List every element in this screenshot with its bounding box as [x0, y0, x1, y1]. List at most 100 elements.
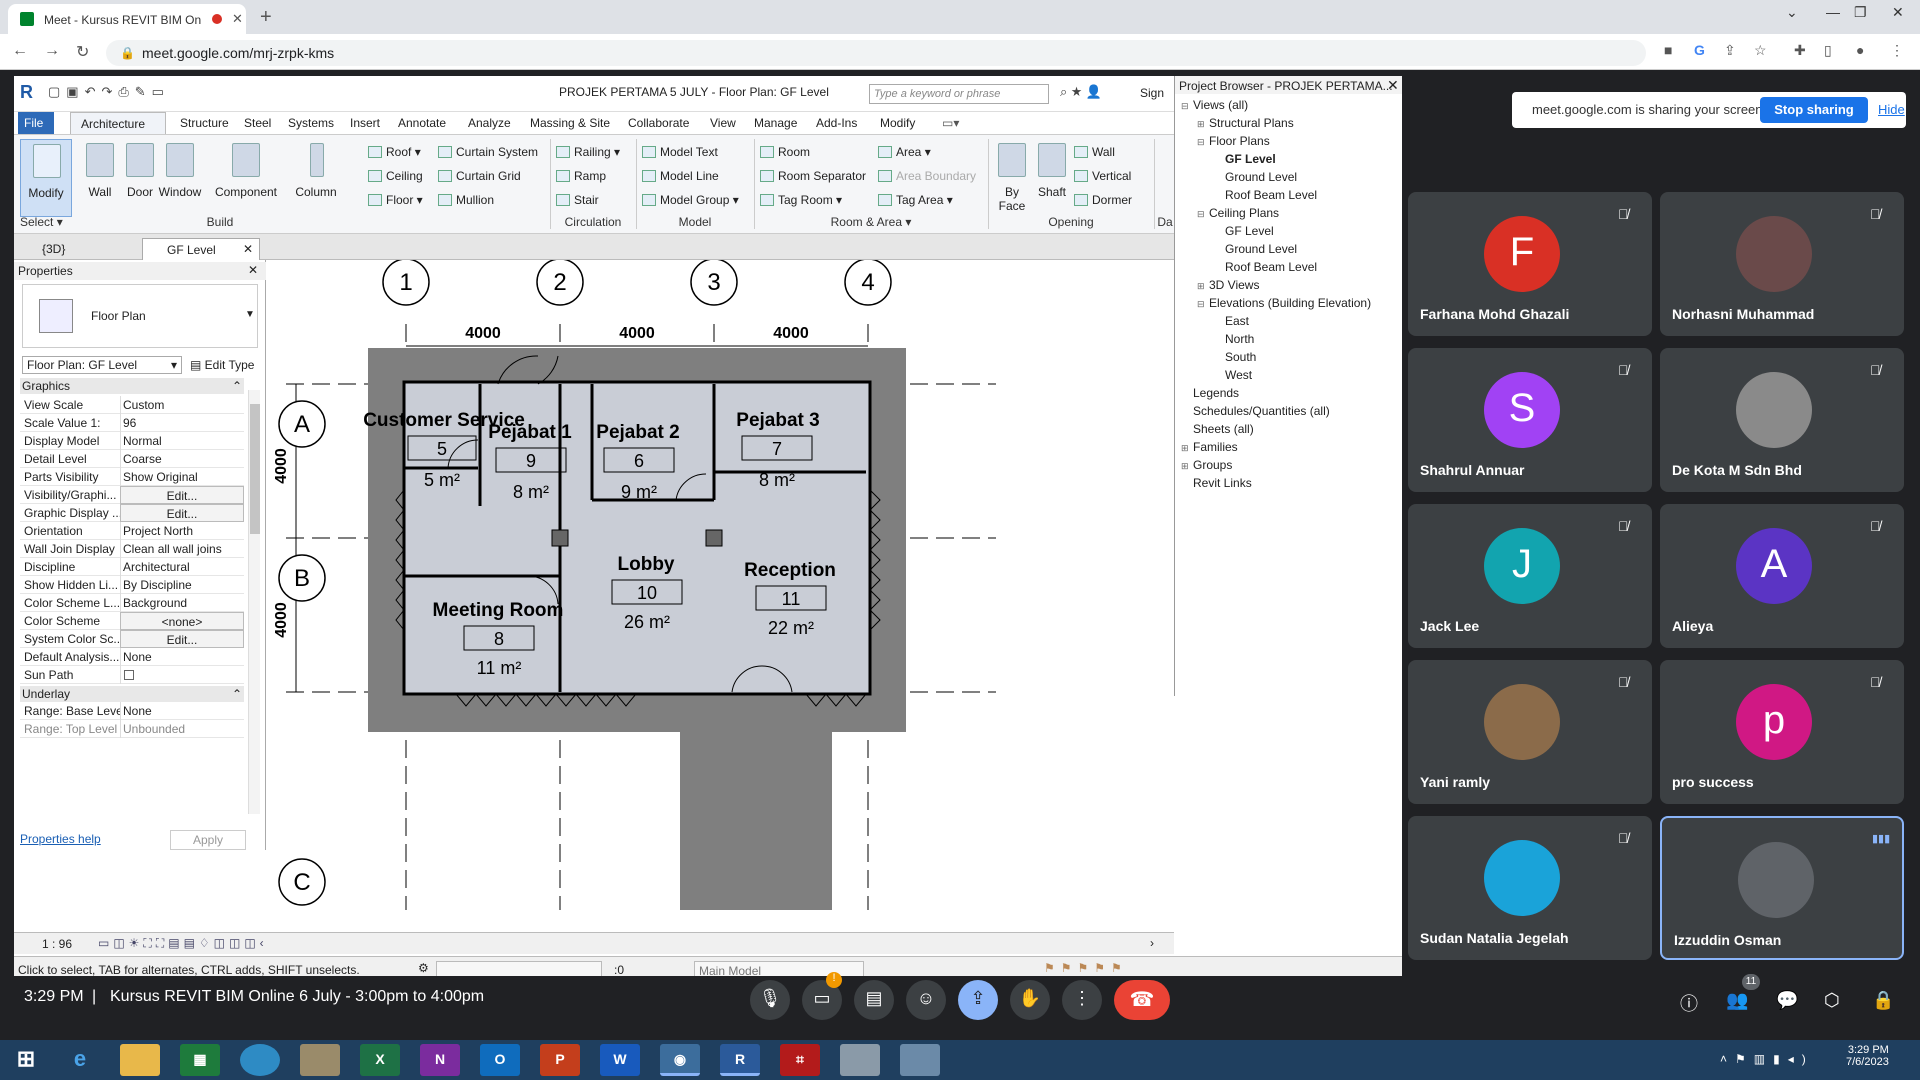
property-value[interactable]: Custom — [120, 396, 244, 414]
chrome-alt-icon[interactable] — [240, 1044, 280, 1076]
reload-icon[interactable]: ↻ — [76, 42, 89, 62]
present-button[interactable]: ⇪ — [958, 980, 998, 1020]
pdf-reader-icon[interactable]: ⌗ — [780, 1044, 820, 1076]
tab-systems[interactable]: Systems — [288, 116, 334, 130]
view-control-icons[interactable]: ▭◫☀⛶⛶▤▤♢◫◫◫‹ — [98, 936, 268, 951]
more-menu-icon[interactable]: ⋮ — [1890, 42, 1904, 59]
floor-plan-canvas[interactable]: 1 2 3 4 4000 4000 4000 4000 4000 Custome… — [266, 260, 1174, 910]
close-tab-icon[interactable]: ✕ — [232, 11, 243, 27]
close-window-button[interactable]: ✕ — [1892, 4, 1904, 21]
curtain-grid-button[interactable]: Curtain Grid — [438, 169, 521, 183]
property-row[interactable]: Range: Top Level Unbounded — [20, 720, 244, 738]
property-row[interactable]: Orientation Project North — [20, 522, 244, 540]
collapse-icon[interactable]: ⊟ — [1197, 209, 1209, 220]
quick-access-icons[interactable]: ▢▣↶↷⎙✎▭ — [48, 84, 170, 100]
browser-item[interactable]: ⊞ 3D Views — [1181, 278, 1397, 296]
property-value[interactable]: Architectural — [120, 558, 244, 576]
scroll-right-icon[interactable]: › — [1150, 936, 1154, 950]
browser-item[interactable]: Roof Beam Level — [1181, 188, 1397, 206]
extensions-icon[interactable]: ✚ — [1794, 42, 1806, 59]
tab-structure[interactable]: Structure — [180, 116, 229, 130]
property-value[interactable]: None — [120, 702, 244, 720]
participant-tile[interactable]: Norhasni Muhammad 🎙̸ — [1660, 192, 1904, 336]
browser-item[interactable]: Ground Level — [1181, 170, 1397, 188]
host-controls-icon[interactable]: 🔒 — [1872, 990, 1894, 1011]
hide-banner-link[interactable]: Hide — [1878, 102, 1905, 117]
property-row[interactable]: Color Scheme <none> — [20, 612, 244, 630]
close-properties-icon[interactable]: ✕ — [248, 263, 258, 277]
browser-item[interactable]: South — [1181, 350, 1397, 368]
browser-item[interactable]: West — [1181, 368, 1397, 386]
section-underlay[interactable]: Underlay ⌃ — [20, 686, 244, 702]
collapse-icon[interactable]: ⊟ — [1197, 137, 1209, 148]
property-edit-button[interactable]: Edit... — [120, 486, 244, 504]
floor-button[interactable]: Floor ▾ — [368, 193, 423, 207]
participant-tile[interactable]: Izzuddin Osman ▮▮▮ — [1660, 816, 1904, 960]
reactions-button[interactable]: ☺ — [906, 980, 946, 1020]
outlook-icon[interactable]: O — [480, 1044, 520, 1076]
mic-button[interactable]: 🎙 — [750, 980, 790, 1020]
expand-icon[interactable]: ⊞ — [1181, 461, 1193, 472]
property-row[interactable]: Sun Path — [20, 666, 244, 684]
properties-scrollbar[interactable] — [248, 390, 260, 814]
meeting-details-icon[interactable]: ⓘ — [1680, 990, 1698, 1016]
tab-view[interactable]: View — [710, 116, 736, 130]
property-row[interactable]: Display Model Normal — [20, 432, 244, 450]
revit-logo-icon[interactable]: R — [20, 82, 33, 103]
browser-item[interactable]: GF Level — [1181, 224, 1397, 242]
apply-button[interactable]: Apply — [170, 830, 246, 850]
chrome-icon[interactable]: ◉ — [660, 1044, 700, 1076]
mullion-button[interactable]: Mullion — [438, 193, 494, 207]
app-icon[interactable] — [840, 1044, 880, 1076]
expand-icon[interactable]: ⊞ — [1197, 281, 1209, 292]
model-line-button[interactable]: Model Line — [642, 169, 719, 183]
column-button[interactable]: Column — [290, 139, 342, 217]
tab-massing-site[interactable]: Massing & Site — [530, 116, 610, 130]
activities-icon[interactable]: ⬡ — [1824, 990, 1840, 1011]
onenote-icon[interactable]: N — [420, 1044, 460, 1076]
ribbon-options-icon[interactable]: ▭▾ — [942, 116, 959, 130]
word-icon[interactable]: W — [600, 1044, 640, 1076]
roof-button[interactable]: Roof ▾ — [368, 145, 421, 159]
ramp-button[interactable]: Ramp — [556, 169, 606, 183]
new-tab-button[interactable]: + — [260, 6, 272, 29]
minimize-button[interactable]: — — [1826, 4, 1840, 20]
property-row[interactable]: Show Hidden Li... By Discipline — [20, 576, 244, 594]
excel-icon[interactable]: X — [360, 1044, 400, 1076]
property-row[interactable]: System Color Sc... Edit... — [20, 630, 244, 648]
property-value[interactable]: Show Original — [120, 468, 244, 486]
property-row[interactable]: Parts Visibility Show Original — [20, 468, 244, 486]
type-selector[interactable]: Floor Plan ▼ — [22, 284, 258, 348]
tab-analyze[interactable]: Analyze — [468, 116, 511, 130]
property-value[interactable]: Background — [120, 594, 244, 612]
browser-item[interactable]: North — [1181, 332, 1397, 350]
view-scale[interactable]: 1 : 96 — [42, 937, 72, 951]
tab-gf-level[interactable]: GF Level ✕ — [142, 238, 260, 260]
room-button[interactable]: Room — [760, 145, 810, 159]
browser-item[interactable]: ⊟ Ceiling Plans — [1181, 206, 1397, 224]
search-input[interactable]: Type a keyword or phrase — [869, 84, 1049, 104]
property-value[interactable]: Clean all wall joins — [120, 540, 244, 558]
chat-icon[interactable]: 💬 — [1776, 990, 1798, 1011]
browser-item[interactable]: Schedules/Quantities (all) — [1181, 404, 1397, 422]
expand-icon[interactable]: ⊞ — [1181, 443, 1193, 454]
browser-item[interactable]: Revit Links — [1181, 476, 1397, 494]
browser-item[interactable]: Ground Level — [1181, 242, 1397, 260]
browser-item[interactable]: ⊞ Families — [1181, 440, 1397, 458]
selection-filter-icons[interactable]: ⚑⚑⚑⚑⚑ — [1044, 961, 1128, 975]
tab-modify[interactable]: Modify — [880, 116, 915, 130]
bookmark-star-icon[interactable]: ☆ — [1754, 42, 1767, 59]
address-bar[interactable]: 🔒 meet.google.com/mrj-zrpk-kms — [106, 40, 1646, 66]
end-call-button[interactable]: ☎ — [1114, 980, 1170, 1020]
property-row[interactable]: Default Analysis... None — [20, 648, 244, 666]
browser-item[interactable]: ⊞ Structural Plans — [1181, 116, 1397, 134]
camera-icon[interactable]: ■ — [1664, 42, 1672, 58]
browser-item[interactable]: East — [1181, 314, 1397, 332]
internet-explorer-icon[interactable]: e — [60, 1044, 100, 1076]
instance-filter-select[interactable]: Floor Plan: GF Level ▾ — [22, 356, 182, 374]
captions-button[interactable]: ▤ — [854, 980, 894, 1020]
sign-in-link[interactable]: Sign — [1140, 86, 1164, 100]
browser-item[interactable]: ⊟ Floor Plans — [1181, 134, 1397, 152]
browser-item[interactable]: ⊟ Elevations (Building Elevation) — [1181, 296, 1397, 314]
share-icon[interactable]: ⇪ — [1724, 42, 1736, 59]
